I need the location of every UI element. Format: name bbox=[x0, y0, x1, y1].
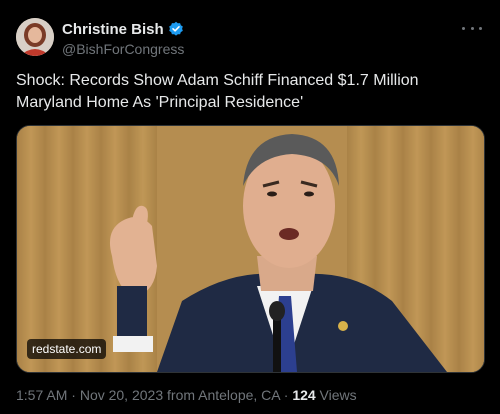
meta-separator: · bbox=[279, 387, 293, 403]
tweet-location: from Antelope, CA bbox=[163, 387, 280, 403]
verified-badge-icon bbox=[168, 21, 184, 37]
tweet-media-image[interactable]: redstate.com bbox=[16, 125, 485, 373]
avatar[interactable] bbox=[16, 18, 54, 56]
tweet-text: Shock: Records Show Adam Schiff Financed… bbox=[16, 72, 419, 111]
tweet-date[interactable]: Nov 20, 2023 bbox=[80, 387, 163, 403]
meta-separator: · bbox=[67, 387, 80, 403]
tweet-time[interactable]: 1:57 AM bbox=[16, 387, 67, 403]
tweet-card: Christine Bish @BishForCongress Shock: R… bbox=[0, 0, 500, 414]
views-count[interactable]: 124 bbox=[292, 387, 315, 403]
author-block: Christine Bish @BishForCongress bbox=[62, 19, 184, 58]
author-handle[interactable]: @BishForCongress bbox=[62, 41, 184, 57]
tweet-meta: 1:57 AM · Nov 20, 2023 from Antelope, CA… bbox=[16, 387, 357, 403]
media-source-badge[interactable]: redstate.com bbox=[27, 339, 107, 359]
more-options-icon[interactable] bbox=[462, 22, 482, 34]
views-label: Views bbox=[315, 387, 357, 403]
author-display-name[interactable]: Christine Bish bbox=[62, 21, 164, 38]
author-name-row: Christine Bish bbox=[62, 19, 184, 39]
